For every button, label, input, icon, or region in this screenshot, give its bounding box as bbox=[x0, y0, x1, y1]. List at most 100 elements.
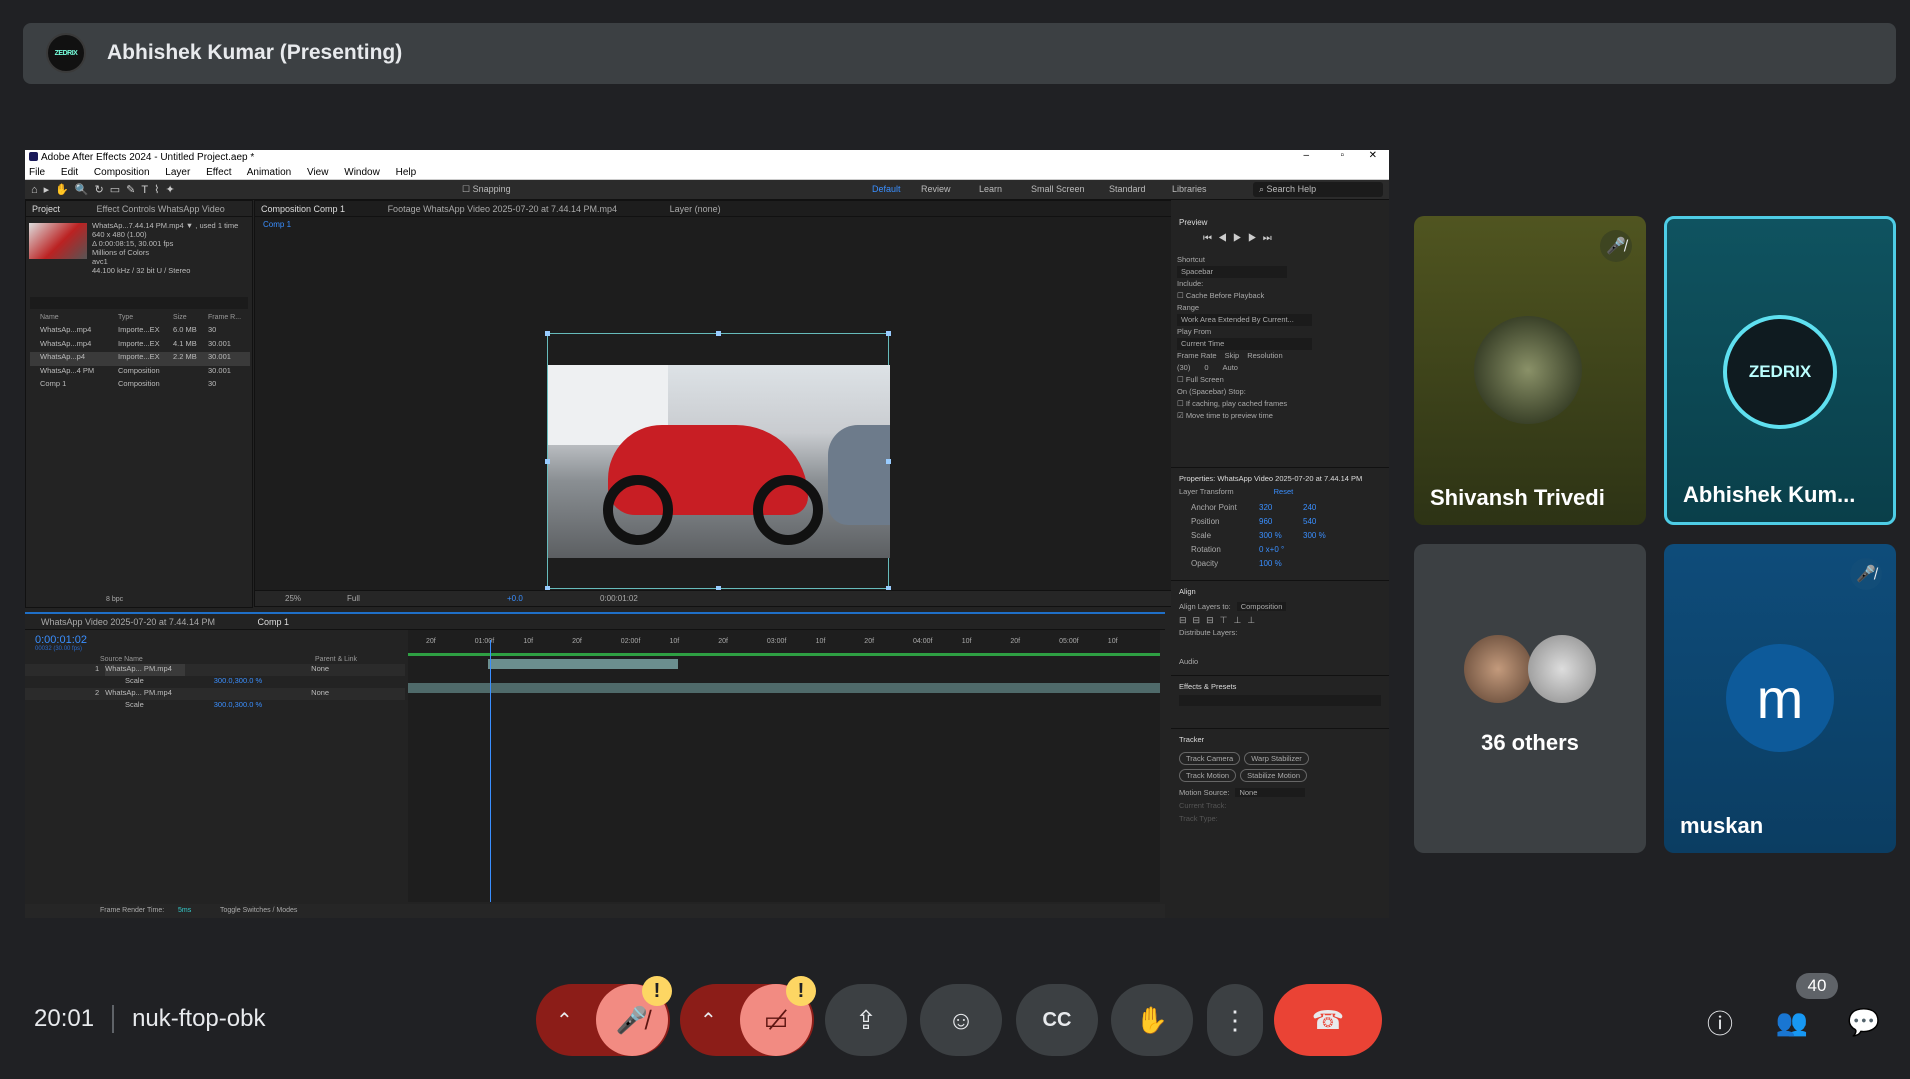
close-icon[interactable]: ✕ bbox=[1369, 150, 1377, 161]
skip-select[interactable]: 0 bbox=[1204, 362, 1208, 374]
workspace-default[interactable]: Default bbox=[872, 184, 901, 194]
col-parent-link[interactable]: Parent & Link bbox=[315, 656, 357, 663]
timeline-track-area[interactable]: 20f 01:00f 10f 20f 02:00f 10f 20f 03:00f 10f 20f 0… bbox=[408, 630, 1160, 902]
col-source-name[interactable]: Source Name bbox=[100, 656, 143, 663]
if-caching-checkbox[interactable]: ☐ If caching, play cached frames bbox=[1177, 398, 1387, 410]
prop-value[interactable]: 300 % bbox=[1303, 531, 1326, 540]
mic-options-chevron-icon[interactable]: ⌃ bbox=[556, 1008, 573, 1033]
frame-rate-select[interactable]: (30) bbox=[1177, 362, 1190, 374]
motion-source-select[interactable]: None bbox=[1235, 788, 1306, 797]
prop-value[interactable]: 320 bbox=[1259, 503, 1295, 512]
cache-checkbox[interactable]: ☐ Cache Before Playback bbox=[1177, 290, 1387, 302]
prop-value[interactable]: 240 bbox=[1303, 503, 1316, 512]
range-select[interactable]: Work Area Extended By Current... bbox=[1177, 314, 1312, 326]
stabilize-motion-button[interactable]: Stabilize Motion bbox=[1240, 769, 1308, 782]
current-timecode[interactable]: 0:00:01:02 bbox=[35, 634, 87, 646]
workspace-standard[interactable]: Standard bbox=[1109, 184, 1146, 194]
workspace-learn[interactable]: Learn bbox=[979, 184, 1002, 194]
maximize-icon[interactable]: ▫ bbox=[1340, 150, 1344, 161]
align-target-select[interactable]: Composition bbox=[1236, 602, 1287, 611]
prop-value[interactable]: 540 bbox=[1303, 517, 1316, 526]
tab-layer[interactable]: Layer (none) bbox=[670, 204, 721, 214]
layer-parent[interactable]: None bbox=[311, 688, 329, 700]
menu-edit[interactable]: Edit bbox=[61, 167, 78, 178]
effects-search-input[interactable] bbox=[1179, 695, 1381, 706]
prop-value[interactable]: 960 bbox=[1259, 517, 1295, 526]
comp-canvas[interactable] bbox=[545, 331, 891, 591]
menu-view[interactable]: View bbox=[307, 167, 329, 178]
workspace-small-screen[interactable]: Small Screen bbox=[1031, 184, 1085, 194]
menu-composition[interactable]: Composition bbox=[94, 167, 150, 178]
camera-options-chevron-icon[interactable]: ⌃ bbox=[700, 1008, 717, 1033]
col-name[interactable]: Name bbox=[30, 314, 118, 321]
shortcut-select[interactable]: Spacebar bbox=[1177, 266, 1287, 278]
list-item[interactable]: WhatsAp...mp4 Importe...EX 4.1 MB 30.001 bbox=[30, 339, 250, 353]
playhead[interactable] bbox=[490, 640, 491, 902]
transform-handle[interactable] bbox=[716, 331, 721, 336]
transform-handle[interactable] bbox=[886, 331, 891, 336]
col-type[interactable]: Type bbox=[118, 314, 173, 321]
track-camera-button[interactable]: Track Camera bbox=[1179, 752, 1241, 765]
comp-breadcrumb[interactable]: Comp 1 bbox=[263, 220, 291, 229]
layer-row[interactable]: 2 WhatsAp... PM.mp4 None bbox=[25, 688, 405, 700]
move-time-checkbox[interactable]: ☑ Move time to preview time bbox=[1177, 410, 1387, 422]
track-motion-button[interactable]: Track Motion bbox=[1179, 769, 1237, 782]
search-help-input[interactable]: ⌕ Search Help bbox=[1253, 182, 1383, 197]
people-button[interactable]: 👥 bbox=[1772, 1002, 1812, 1042]
reset-button[interactable]: Reset bbox=[1274, 487, 1294, 496]
list-item[interactable]: WhatsAp...mp4 Importe...EX 6.0 MB 30 bbox=[30, 325, 250, 339]
time-ruler[interactable]: 20f 01:00f 10f 20f 02:00f 10f 20f 03:00f 10f 20f 0… bbox=[408, 630, 1160, 650]
leave-call-button[interactable]: ☎ bbox=[1274, 984, 1382, 1056]
more-options-button[interactable]: ⋮ bbox=[1207, 984, 1263, 1056]
toggle-switches-modes[interactable]: Toggle Switches / Modes bbox=[220, 907, 297, 914]
play-from-select[interactable]: Current Time bbox=[1177, 338, 1312, 350]
menu-layer[interactable]: Layer bbox=[165, 167, 190, 178]
list-item[interactable]: Comp 1 Composition 30 bbox=[30, 379, 250, 393]
meeting-details-button[interactable]: ⓘ bbox=[1700, 1002, 1740, 1042]
align-buttons[interactable]: ⊟⊟⊟⊤⊥⊥ bbox=[1179, 615, 1381, 626]
property-value[interactable]: 300.0,300.0 % bbox=[214, 700, 262, 712]
exposure-value[interactable]: +0.0 bbox=[507, 594, 523, 603]
property-row[interactable]: Scale 300.0,300.0 % bbox=[25, 700, 405, 712]
tab-footage[interactable]: Footage WhatsApp Video 2025-07-20 at 7.4… bbox=[388, 204, 617, 214]
playback-controls[interactable]: ⏮◀▶▶⏭ bbox=[1203, 233, 1278, 244]
tab-composition[interactable]: Composition Comp 1 bbox=[261, 204, 345, 214]
snapping-toggle[interactable]: ☐ Snapping bbox=[462, 184, 511, 195]
list-item[interactable]: WhatsAp...p4 Importe...EX 2.2 MB 30.001 bbox=[30, 352, 250, 366]
list-item[interactable]: WhatsAp...4 PM Composition 30.001 bbox=[30, 366, 250, 380]
reactions-button[interactable]: ☺ bbox=[920, 984, 1002, 1056]
layer1-clip[interactable] bbox=[488, 659, 678, 669]
menu-effect[interactable]: Effect bbox=[206, 167, 231, 178]
captions-button[interactable]: CC bbox=[1016, 984, 1098, 1056]
menu-animation[interactable]: Animation bbox=[247, 167, 291, 178]
work-area-bar[interactable] bbox=[408, 653, 1160, 656]
tab-comp1-timeline[interactable]: Comp 1 bbox=[257, 617, 289, 627]
layer-parent[interactable]: None bbox=[311, 664, 329, 676]
col-size[interactable]: Size bbox=[173, 314, 208, 321]
transform-handle[interactable] bbox=[545, 459, 550, 464]
warp-stabilizer-button[interactable]: Warp Stabilizer bbox=[1244, 752, 1309, 765]
bpc-label[interactable]: 8 bpc bbox=[106, 596, 123, 603]
present-screen-button[interactable]: ⇪ bbox=[825, 984, 907, 1056]
participant-tile[interactable]: m 🎤̸ muskan bbox=[1664, 544, 1896, 853]
workspace-libraries[interactable]: Libraries bbox=[1172, 184, 1207, 194]
workspace-review[interactable]: Review bbox=[921, 184, 951, 194]
resolution-select-preview[interactable]: Auto bbox=[1223, 362, 1238, 374]
resolution-select[interactable]: Full bbox=[347, 594, 360, 603]
property-row[interactable]: Scale 300.0,300.0 % bbox=[25, 676, 405, 688]
participant-tile-active[interactable]: ZEDRIX Abhishek Kum... bbox=[1664, 216, 1896, 525]
menu-file[interactable]: File bbox=[29, 167, 45, 178]
zoom-select[interactable]: 25% bbox=[285, 594, 301, 603]
transform-handle[interactable] bbox=[886, 459, 891, 464]
menu-help[interactable]: Help bbox=[396, 167, 417, 178]
full-screen-checkbox[interactable]: ☐ Full Screen bbox=[1177, 374, 1387, 386]
minimize-icon[interactable]: – bbox=[1303, 150, 1309, 161]
layer2-clip[interactable] bbox=[408, 683, 1160, 693]
chat-button[interactable]: 💬 bbox=[1844, 1002, 1884, 1042]
tab-effect-controls[interactable]: Effect Controls WhatsApp Video bbox=[97, 204, 225, 214]
col-frame-rate[interactable]: Frame R... bbox=[208, 314, 241, 321]
viewer-timecode[interactable]: 0:00:01:02 bbox=[600, 594, 638, 603]
audio-title[interactable]: Audio bbox=[1179, 657, 1381, 666]
tab-project[interactable]: Project bbox=[32, 204, 60, 214]
raise-hand-button[interactable]: ✋ bbox=[1111, 984, 1193, 1056]
